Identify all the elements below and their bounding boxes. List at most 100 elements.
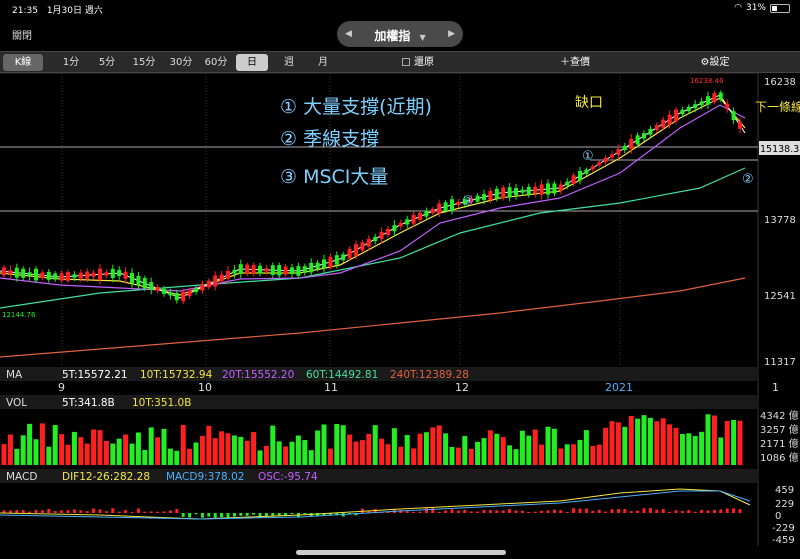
macd-bar [674,510,678,513]
volume-bar [526,435,532,465]
volume-bar [257,450,263,465]
volume-bar [238,436,244,465]
volume-bar [283,446,289,465]
macd-bar [732,508,736,513]
prev-arrow-icon[interactable]: ◀ [345,29,352,39]
candle-body [731,111,736,121]
macd-bar [412,511,416,513]
volume-bar [1,444,7,465]
volume-bar [78,437,84,465]
macd-bar [136,508,140,513]
macd-bar [226,513,230,518]
candle-body [571,175,576,184]
volume-bar [391,428,397,465]
volume-bar [462,436,468,465]
macd-bar [200,513,204,518]
volume-bar [308,450,314,465]
candle-body [8,270,13,274]
status-date: 1月30日 週六 [46,6,103,16]
macd-bar [111,508,115,513]
candle-body [482,194,486,200]
volume-bar [660,418,666,465]
candle-body [283,266,288,275]
candle-body [456,201,461,205]
status-bar: 21:35 1月30日 週六 ◠ 31% [0,0,800,18]
candle-body [264,268,269,272]
volume-bar [711,415,717,465]
macd-bar [444,510,448,513]
candle-body [622,145,627,151]
macd-bar [79,510,83,513]
tab-15min[interactable]: 15分 [128,54,160,71]
volume-bar [628,415,634,465]
tab-30min[interactable]: 30分 [166,54,196,71]
tab-1min[interactable]: 1分 [58,54,84,71]
macd-bar [616,509,620,513]
close-button[interactable]: 關閉 [12,27,32,42]
query-button[interactable]: ＋查價 [520,54,630,71]
title-selector[interactable]: ◀ 加權指 ▼ ▶ [337,21,463,47]
checkbox-icon[interactable] [402,58,410,66]
candle-body [130,272,134,284]
macd-bar [405,511,409,513]
next-arrow-icon[interactable]: ▶ [448,29,455,39]
candle-body [53,273,58,280]
volume-bar [161,428,167,465]
macd-bar [629,511,633,513]
candle-body [603,157,608,162]
candle-body [558,184,563,191]
candle-body [706,96,710,105]
tab-kline[interactable]: K線 [3,54,43,71]
candle-body [290,267,294,275]
macd-bar [290,513,294,515]
candle-body [654,125,659,131]
volume-bar [116,438,122,465]
candle-body [405,219,410,225]
volume-bar [276,441,282,465]
candle-body [27,272,32,276]
macd-bar [207,513,211,517]
candle-body [360,242,365,251]
tab-day[interactable]: 日 [236,54,268,71]
candle-body [507,187,512,198]
tab-month[interactable]: 月 [310,54,336,71]
settings-button[interactable]: ⚙設定 [660,54,770,71]
volume-bar [718,437,724,465]
volume-bar [564,444,570,465]
volume-bar [334,423,340,465]
macd-bar [552,509,556,513]
candle-body [699,101,704,106]
candle-body [309,262,314,273]
volume-bar [583,430,589,465]
volume-bar [103,440,109,465]
volume-bar [609,421,615,465]
candle-body [187,290,192,297]
macd-bar [482,509,486,513]
volume-bar [91,429,97,465]
home-indicator[interactable] [296,550,506,555]
macd-bar [578,508,582,513]
candle-body [494,188,499,199]
tab-60min[interactable]: 60分 [200,54,232,71]
macd-bar [604,511,608,513]
volume-bar [123,434,129,465]
macd-bar [495,510,499,513]
macd-bar [188,513,192,518]
volume-bar [206,425,212,465]
candle-body [418,212,422,221]
volume-bar [449,446,455,465]
volume-bar [135,432,141,465]
restore-toggle[interactable]: 還原 [402,54,472,71]
macd-bar [687,510,691,513]
price-axis-mid1: 13778 [764,215,796,226]
tab-5min[interactable]: 5分 [94,54,120,71]
tab-week[interactable]: 週 [276,54,302,71]
volume-bar [59,434,65,465]
candle-body [181,291,186,302]
volume-bar [423,432,429,465]
ma240-line [0,277,746,358]
stock-chart[interactable]: 16238 15138.31 13778 12541 11317 16238.4… [0,73,800,546]
macd-bar [463,509,467,513]
chevron-down-icon[interactable]: ▼ [419,33,425,42]
volume-bar [635,418,641,465]
